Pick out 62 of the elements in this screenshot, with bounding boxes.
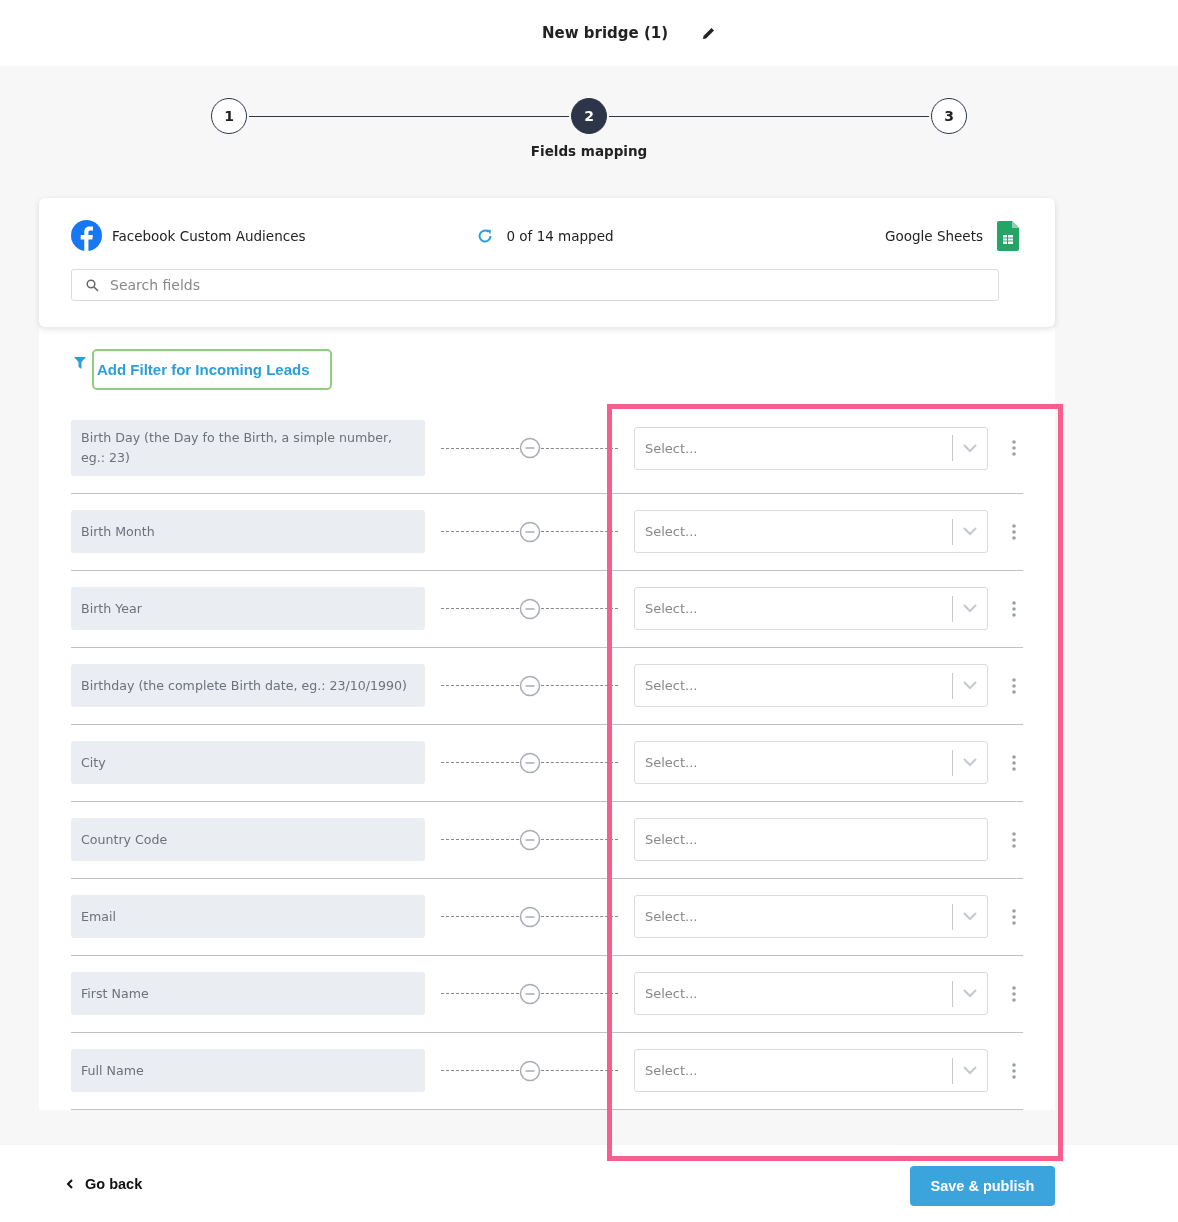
unlink-icon[interactable]: [518, 520, 541, 543]
select-dropdown[interactable]: Select...: [634, 1049, 988, 1092]
step-indicator[interactable]: 1: [211, 98, 247, 134]
source-field: Birth Year: [71, 587, 425, 630]
select-dropdown[interactable]: Select...: [634, 664, 988, 707]
select-dropdown[interactable]: Select...: [634, 895, 988, 938]
more-options-icon[interactable]: [1012, 677, 1016, 694]
source-field: City: [71, 741, 425, 784]
chevron-left-icon: [66, 1178, 73, 1189]
source-field: Country Code: [71, 818, 425, 861]
more-options-icon[interactable]: [1012, 985, 1016, 1002]
spreadsheet-icon: [997, 220, 1019, 251]
source-field: Birthday (the complete Birth date, eg.: 23/10/1990): [71, 664, 425, 707]
unlink-icon[interactable]: [518, 437, 541, 459]
unlink-icon[interactable]: [518, 1059, 541, 1082]
source-field: Email: [71, 895, 425, 938]
select-dropdown[interactable]: Select...: [634, 510, 988, 553]
chevron-down-icon: [963, 912, 977, 921]
chevron-down-icon: [963, 1066, 977, 1075]
bridge-title: New bridge (1): [541, 24, 669, 42]
more-options-icon[interactable]: [1012, 600, 1016, 617]
edit-icon[interactable]: [702, 26, 717, 40]
unlink-icon[interactable]: [518, 751, 541, 774]
facebook-logo-icon: [71, 220, 102, 251]
select-dropdown[interactable]: Select...: [634, 426, 988, 470]
more-options-icon[interactable]: [1012, 523, 1016, 540]
search-icon: [86, 279, 99, 292]
chevron-down-icon: [963, 681, 977, 690]
destination-name: Google Sheets: [885, 227, 983, 244]
more-options-icon[interactable]: [1012, 754, 1016, 771]
search-field[interactable]: Search fields: [71, 269, 999, 301]
step-indicator[interactable]: 2: [571, 98, 607, 134]
unlink-icon[interactable]: [518, 905, 541, 928]
source-field: Full Name: [71, 1049, 425, 1092]
more-options-icon[interactable]: [1012, 1062, 1016, 1079]
go-back-button[interactable]: Go back: [62, 1171, 147, 1196]
filter-icon[interactable]: [74, 357, 86, 369]
source-field: Birth Month: [71, 510, 425, 553]
source-field: First Name: [71, 972, 425, 1015]
select-dropdown[interactable]: Select...: [634, 741, 988, 784]
chevron-down-icon: [963, 527, 977, 536]
more-options-icon[interactable]: [1012, 908, 1016, 925]
unlink-icon[interactable]: [518, 982, 541, 1005]
more-options-icon[interactable]: [1012, 440, 1016, 456]
step-indicator[interactable]: 3: [931, 98, 967, 134]
more-options-icon[interactable]: [1012, 831, 1016, 848]
select-dropdown[interactable]: Select...: [634, 972, 988, 1015]
unlink-icon[interactable]: [518, 828, 541, 851]
chevron-down-icon: [963, 758, 977, 767]
mapped-count: 0 of 14 mapped: [506, 227, 614, 244]
step-label: Fields mapping: [530, 143, 648, 159]
source-field: Birth Day (the Day fo the Birth, a simple number, eg.: 23): [71, 420, 425, 476]
source-name: Facebook Custom Audiences: [112, 227, 306, 244]
chevron-down-icon: [963, 989, 977, 998]
save-publish-button[interactable]: Save & publish: [910, 1165, 1055, 1206]
unlink-icon[interactable]: [518, 597, 541, 620]
select-dropdown[interactable]: Select...: [634, 587, 988, 630]
select-dropdown[interactable]: Select...: [634, 818, 988, 861]
add-filter-button[interactable]: Add Filter for Incoming Leads: [92, 349, 332, 390]
chevron-down-icon: [963, 443, 977, 453]
unlink-icon[interactable]: [518, 674, 541, 697]
chevron-down-icon: [963, 604, 977, 613]
